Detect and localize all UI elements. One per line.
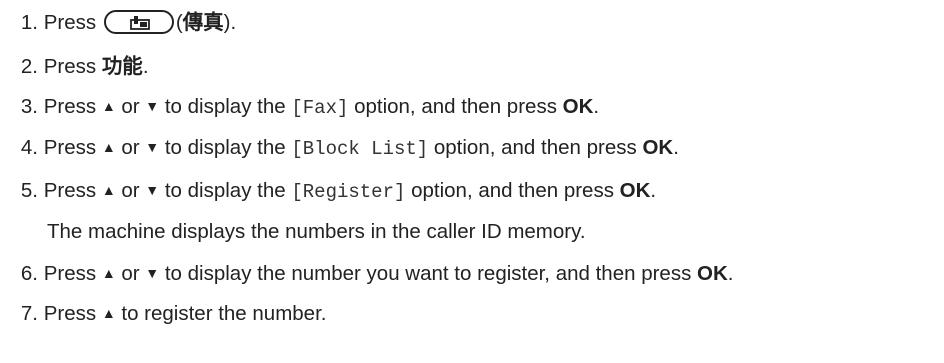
- step-5: 5. Press ▲ or ▼ to display the [Register…: [20, 179, 657, 203]
- up-arrow-icon: ▲: [101, 139, 116, 155]
- fax-icon: [129, 15, 150, 30]
- up-arrow-icon: ▲: [101, 265, 116, 281]
- down-arrow-icon: ▼: [145, 265, 160, 281]
- step-4: 4. Press ▲ or ▼ to display the [Block Li…: [20, 136, 679, 160]
- ok-key: OK: [619, 179, 651, 202]
- up-arrow-icon: ▲: [101, 98, 116, 114]
- step-2: 2. Press 功能.: [20, 55, 149, 78]
- step-text: Press: [43, 11, 102, 34]
- step-number: 1.: [20, 11, 38, 34]
- ok-key: OK: [562, 95, 594, 118]
- step-1: 1. Press (傳真).: [0, 9, 236, 36]
- menu-key-label: 功能: [101, 55, 143, 78]
- fax-button: [103, 9, 174, 34]
- option-name: [Block List]: [291, 138, 429, 160]
- step-5-note: The machine displays the numbers in the …: [47, 220, 586, 243]
- step-6: 6. Press ▲ or ▼ to display the number yo…: [20, 262, 734, 285]
- down-arrow-icon: ▼: [145, 139, 160, 155]
- step-3: 3. Press ▲ or ▼ to display the [Fax] opt…: [20, 95, 600, 119]
- fax-label: 傳真: [182, 11, 224, 34]
- up-arrow-icon: ▲: [101, 305, 116, 321]
- instruction-steps: 1. Press (傳真). 2. Press 功能. 3. Press ▲ o…: [0, 0, 944, 363]
- down-arrow-icon: ▼: [145, 182, 160, 198]
- ok-key: OK: [642, 136, 674, 159]
- ok-key: OK: [697, 262, 728, 285]
- step-7: 7. Press ▲ to register the number.: [20, 302, 327, 325]
- option-name: [Fax]: [291, 97, 349, 119]
- up-arrow-icon: ▲: [101, 182, 116, 198]
- down-arrow-icon: ▼: [145, 98, 160, 114]
- option-name: [Register]: [291, 181, 406, 203]
